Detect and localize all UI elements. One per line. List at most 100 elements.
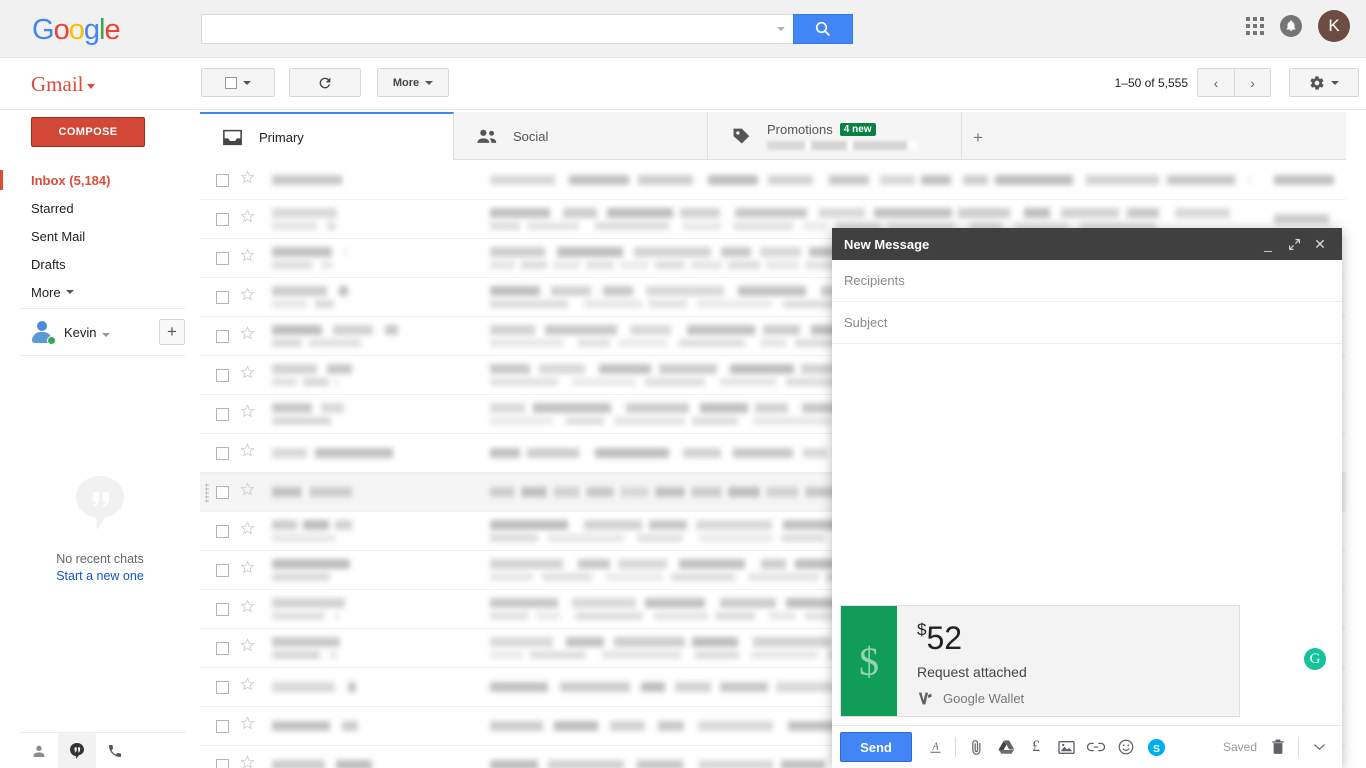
chevron-down-icon[interactable] <box>1304 732 1334 762</box>
format-text-icon[interactable]: A <box>920 732 950 762</box>
insert-link-icon[interactable] <box>1081 732 1111 762</box>
row-checkbox[interactable] <box>216 524 229 538</box>
star-icon[interactable] <box>240 755 256 768</box>
prev-page-button[interactable]: ‹ <box>1197 68 1234 97</box>
grammarly-icon[interactable]: G <box>1304 648 1326 670</box>
phone-icon[interactable] <box>96 733 134 768</box>
star-icon[interactable] <box>240 677 256 697</box>
row-checkbox[interactable] <box>216 446 229 460</box>
online-status-dot <box>47 336 56 345</box>
recipients-field[interactable] <box>832 260 1342 302</box>
star-icon[interactable] <box>240 248 256 268</box>
apps-grid-icon[interactable] <box>1246 17 1264 35</box>
attach-file-icon[interactable] <box>961 732 991 762</box>
gmail-brand-dropdown[interactable]: Gmail <box>31 72 95 97</box>
gear-icon <box>1310 75 1324 90</box>
row-checkbox[interactable] <box>216 641 229 655</box>
row-checkbox[interactable] <box>216 563 229 577</box>
tab-primary[interactable]: Primary <box>200 112 454 161</box>
people-icon <box>476 128 500 145</box>
subject-input[interactable] <box>844 315 1330 330</box>
add-contact-button[interactable]: + <box>159 319 185 345</box>
star-icon[interactable] <box>240 326 256 346</box>
star-icon[interactable] <box>240 443 256 463</box>
row-checkbox[interactable] <box>216 485 229 499</box>
row-checkbox[interactable] <box>216 368 229 382</box>
star-icon[interactable] <box>240 209 256 229</box>
recipients-input[interactable] <box>844 273 1330 288</box>
compose-button[interactable]: COMPOSE <box>31 117 145 147</box>
row-checkbox[interactable] <box>216 680 229 694</box>
sidebar-item-sent-mail[interactable]: Sent Mail <box>0 222 200 250</box>
bell-icon[interactable] <box>1280 15 1302 37</box>
star-icon[interactable] <box>240 521 256 541</box>
top-right-icons: K <box>1246 10 1350 42</box>
row-checkbox[interactable] <box>216 329 229 343</box>
row-checkbox[interactable] <box>216 251 229 265</box>
star-icon[interactable] <box>240 638 256 658</box>
search-input[interactable] <box>202 15 762 43</box>
row-checkbox[interactable] <box>216 173 229 187</box>
star-icon[interactable] <box>240 599 256 619</box>
skype-icon[interactable]: S <box>1141 732 1171 762</box>
search-button[interactable] <box>793 14 853 44</box>
tab-promotions[interactable]: Promotions 4 new <box>708 112 962 160</box>
insert-emoji-icon[interactable] <box>1111 732 1141 762</box>
settings-button[interactable] <box>1289 68 1359 97</box>
next-page-button[interactable]: › <box>1234 68 1271 97</box>
hangouts-icon[interactable] <box>58 733 96 768</box>
hangouts-bubble-icon <box>67 470 133 536</box>
compose-body[interactable]: $ $52 Request attached Google Wallet G <box>832 344 1342 725</box>
insert-photo-icon[interactable] <box>1051 732 1081 762</box>
subject-field[interactable] <box>832 302 1342 344</box>
table-row[interactable] <box>200 161 1346 200</box>
google-wallet-attachment-card[interactable]: $ $52 Request attached Google Wallet <box>840 605 1240 717</box>
refresh-button[interactable] <box>289 68 361 97</box>
drag-handle[interactable] <box>205 483 209 503</box>
star-icon[interactable] <box>240 716 256 736</box>
compose-window[interactable]: New Message _ ✕ $ $52 Request attached <box>832 228 1342 768</box>
compose-header[interactable]: New Message _ ✕ <box>832 228 1342 260</box>
contacts-icon[interactable] <box>20 733 58 768</box>
close-icon[interactable]: ✕ <box>1307 231 1333 257</box>
pagination-count: 1–50 of 5,555 <box>1114 76 1188 90</box>
star-icon[interactable] <box>240 404 256 424</box>
avatar[interactable]: K <box>1318 10 1350 42</box>
add-tab-button[interactable]: + <box>966 126 990 150</box>
expand-icon[interactable] <box>1281 231 1307 257</box>
trash-icon[interactable] <box>1263 732 1293 762</box>
top-bar: Google K <box>0 0 1366 58</box>
row-checkbox[interactable] <box>216 407 229 421</box>
sidebar-item-inbox[interactable]: Inbox (5,184) <box>0 166 200 194</box>
row-checkbox[interactable] <box>216 719 229 733</box>
star-icon[interactable] <box>240 482 256 502</box>
google-drive-icon[interactable] <box>991 732 1021 762</box>
insert-money-icon[interactable]: £ <box>1021 732 1051 762</box>
star-icon[interactable] <box>240 560 256 580</box>
dollar-sign-icon: $ <box>841 606 897 716</box>
search-options-caret-icon[interactable] <box>777 27 785 31</box>
star-icon[interactable] <box>240 287 256 307</box>
sidebar-item-more[interactable]: More <box>0 278 200 306</box>
star-icon[interactable] <box>240 365 256 385</box>
row-checkbox[interactable] <box>216 290 229 304</box>
start-new-chat-link[interactable]: Start a new one <box>0 569 200 583</box>
sender-name <box>272 760 462 768</box>
sender-name <box>272 325 462 347</box>
sidebar-item-drafts[interactable]: Drafts <box>0 250 200 278</box>
sender-name <box>272 286 462 308</box>
send-button[interactable]: Send <box>840 732 912 762</box>
sidebar-item-starred[interactable]: Starred <box>0 194 200 222</box>
chat-user-dropdown[interactable]: Kevin <box>64 325 110 340</box>
more-actions-button[interactable]: More <box>377 68 449 97</box>
tab-social[interactable]: Social <box>454 112 708 160</box>
row-checkbox[interactable] <box>216 758 229 768</box>
row-checkbox[interactable] <box>216 602 229 616</box>
search-box[interactable] <box>201 14 793 44</box>
star-icon[interactable] <box>240 170 256 190</box>
minimize-icon[interactable]: _ <box>1255 231 1281 257</box>
row-checkbox[interactable] <box>216 212 229 226</box>
google-logo[interactable]: Google <box>32 16 121 45</box>
sender-name <box>272 682 462 692</box>
select-all-button[interactable] <box>201 68 275 97</box>
